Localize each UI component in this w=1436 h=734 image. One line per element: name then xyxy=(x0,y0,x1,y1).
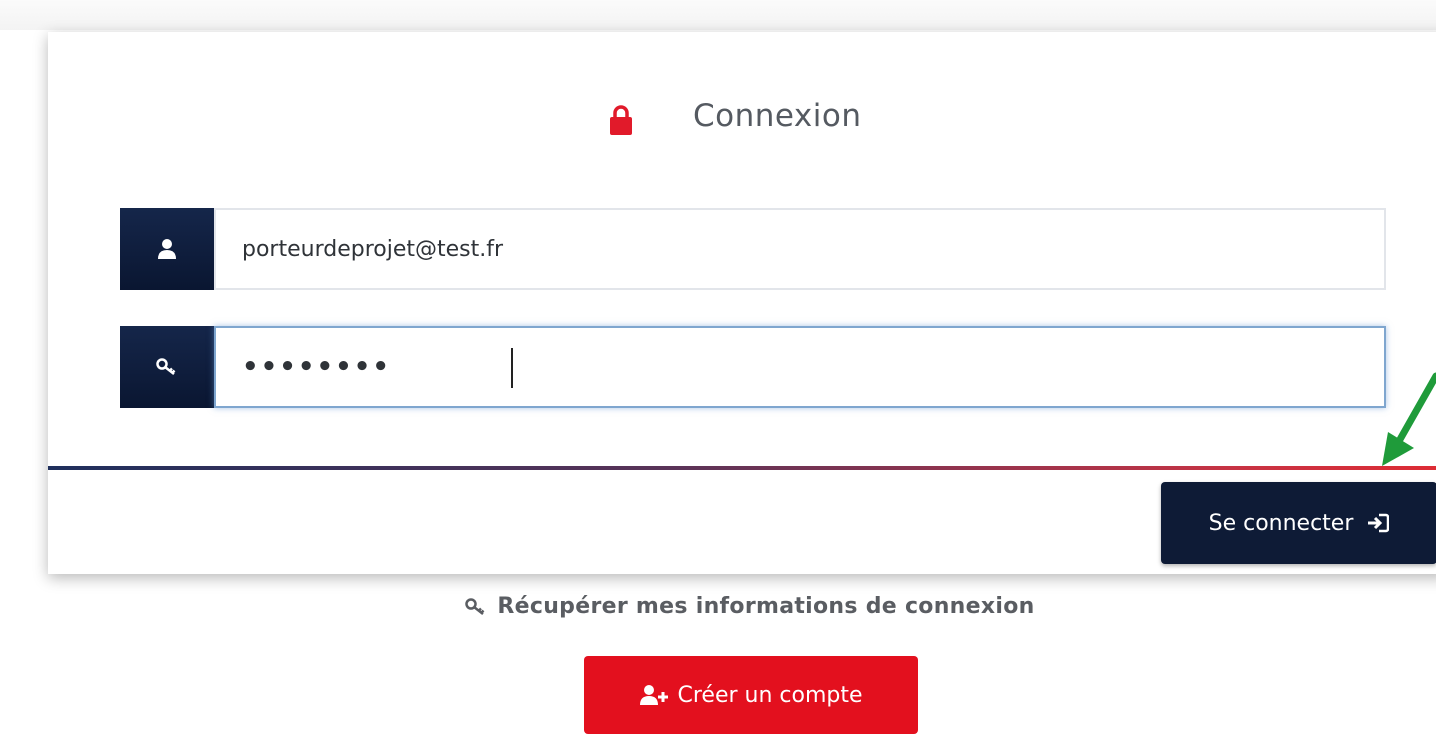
login-card: Connexion Se connecter xyxy=(48,32,1436,574)
user-plus-icon xyxy=(640,685,669,705)
text-caret xyxy=(511,348,513,388)
page-title: Connexion xyxy=(693,98,862,134)
key-icon xyxy=(465,597,485,615)
email-input-group xyxy=(120,208,1386,290)
password-input-group xyxy=(120,326,1386,408)
user-icon xyxy=(158,239,176,259)
login-submit-button[interactable]: Se connecter xyxy=(1161,482,1436,564)
lock-icon xyxy=(610,105,632,135)
key-icon xyxy=(156,358,176,375)
password-addon xyxy=(120,326,214,408)
create-account-button[interactable]: Créer un compte xyxy=(584,656,918,734)
email-field[interactable] xyxy=(214,208,1386,290)
page-top-strip xyxy=(0,0,1436,30)
password-field[interactable] xyxy=(214,326,1386,408)
create-account-label: Créer un compte xyxy=(677,682,863,708)
email-addon xyxy=(120,208,214,290)
recover-credentials-link[interactable]: Récupérer mes informations de connexion xyxy=(0,594,1436,622)
recover-credentials-label: Récupérer mes informations de connexion xyxy=(497,594,1035,619)
annotation-arrow-icon xyxy=(1382,372,1436,466)
sign-in-icon xyxy=(1368,513,1390,533)
login-submit-label: Se connecter xyxy=(1208,510,1354,536)
footer-divider xyxy=(48,466,1436,470)
card-header: Connexion xyxy=(48,90,1436,150)
